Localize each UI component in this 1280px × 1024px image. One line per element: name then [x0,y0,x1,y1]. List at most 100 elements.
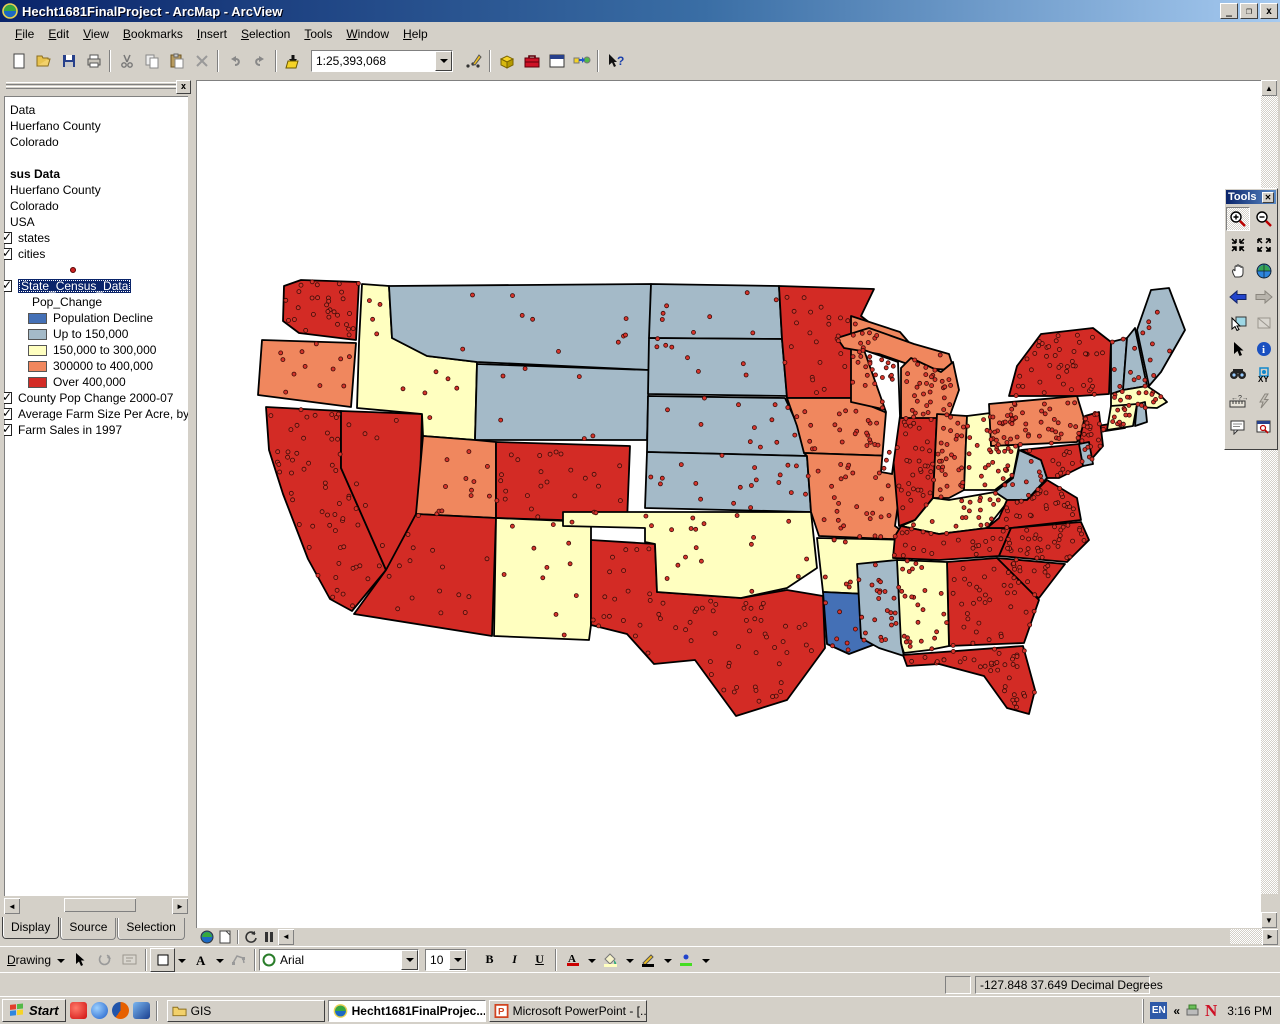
state-SD[interactable] [648,338,787,396]
layer-checkbox[interactable] [4,392,12,404]
tab-source[interactable]: Source [60,918,116,940]
aim-icon[interactable] [70,1002,87,1019]
map-scale-combo[interactable]: 1:25,393,068 [311,50,453,72]
toc-item[interactable]: Average Farm Size Per Acre, by C [4,406,188,422]
tools-palette-titlebar[interactable]: Tools ✕ [1226,190,1276,204]
select-elements-icon[interactable] [67,948,92,972]
layer-checkbox[interactable] [4,280,12,292]
scroll-up-icon[interactable]: ▲ [1261,80,1277,96]
tab-selection[interactable]: Selection [117,918,184,940]
toc-item[interactable]: cities [4,246,188,262]
print-icon[interactable] [81,49,106,73]
toc-item[interactable]: Population Decline [4,310,188,326]
state-KS[interactable] [645,452,811,512]
toc-drag-grip[interactable]: x [4,82,190,94]
layer-checkbox[interactable] [4,408,12,420]
open-folder-icon[interactable] [31,49,56,73]
command-window-icon[interactable] [544,49,569,73]
layer-checkbox[interactable] [4,248,12,260]
font-color-dropdown-icon[interactable] [588,959,596,967]
font-dropdown-icon[interactable] [401,950,418,970]
cut-icon[interactable] [114,49,139,73]
edit-vertices-icon[interactable] [226,948,251,972]
scroll-right-icon[interactable]: ► [1262,929,1278,945]
arccatalog-icon[interactable] [494,49,519,73]
forward-extent-icon[interactable] [1252,285,1276,309]
state-OR[interactable] [258,340,356,407]
clear-selection-icon[interactable] [1252,311,1276,335]
size-dropdown-icon[interactable] [449,950,466,970]
whats-this-icon[interactable]: ? [602,49,627,73]
paste-icon[interactable] [164,49,189,73]
font-family-combo[interactable]: Arial [259,949,419,971]
menu-item-bookmarks[interactable]: Bookmarks [116,24,190,44]
toc-item[interactable]: Data [4,102,188,118]
us-map[interactable] [196,80,1261,928]
language-indicator[interactable]: EN [1150,1002,1167,1019]
scroll-right-icon[interactable]: ► [172,898,188,914]
shape-tool-button[interactable] [150,948,175,972]
toc-item[interactable]: Over 400,000 [4,374,188,390]
toc-item[interactable]: 150,000 to 300,000 [4,342,188,358]
menu-item-help[interactable]: Help [396,24,435,44]
scale-dropdown-icon[interactable] [435,51,452,71]
scroll-left-icon[interactable]: ◄ [4,898,20,914]
taskbar-button-arcmap[interactable]: Hecht1681FinalProjec... [328,1000,486,1022]
add-data-icon[interactable] [280,49,305,73]
menu-item-edit[interactable]: Edit [41,24,76,44]
zoom-out-icon[interactable] [1252,207,1276,231]
map-hscroll-thumb[interactable] [296,929,1230,944]
marker-color-button[interactable] [674,948,699,972]
fixed-zoom-in-icon[interactable] [1226,233,1250,257]
tab-display[interactable]: Display [2,917,59,939]
media-player-icon[interactable] [133,1002,150,1019]
layer-checkbox[interactable] [4,424,12,436]
fill-color-dropdown-icon[interactable] [626,959,634,967]
toc-item[interactable]: County Pop Change 2000-07 [4,390,188,406]
toc-item[interactable]: Huerfano County [4,118,188,134]
internet-explorer-icon[interactable] [91,1002,108,1019]
map-canvas[interactable] [196,80,1261,928]
back-extent-icon[interactable] [1226,285,1250,309]
redo-icon[interactable] [247,49,272,73]
fixed-zoom-out-icon[interactable] [1252,233,1276,257]
html-popup-icon[interactable] [1226,415,1250,439]
toc-horizontal-scrollbar[interactable]: ◄ ► [4,898,188,914]
toc-item[interactable]: Huerfano County [4,182,188,198]
delete-icon[interactable] [189,49,214,73]
data-view-icon[interactable] [198,929,216,945]
modelbuilder-icon[interactable] [569,49,594,73]
state-UT[interactable] [416,436,496,518]
toc-item[interactable]: Up to 150,000 [4,326,188,342]
toc-item[interactable]: Colorado [4,198,188,214]
close-button[interactable]: x [1260,3,1278,19]
menu-item-insert[interactable]: Insert [190,24,234,44]
taskbar-button-powerpoint[interactable]: P Microsoft PowerPoint - [... [489,1000,647,1022]
edit-annotation-icon[interactable] [117,948,142,972]
text-tool-button[interactable]: A [188,948,213,972]
identify-icon[interactable]: i [1252,337,1276,361]
editor-toolbar-icon[interactable] [461,49,486,73]
select-elements-icon[interactable] [1226,337,1250,361]
pause-drawing-icon[interactable] [260,929,278,945]
arctoolbox-icon[interactable] [519,49,544,73]
font-color-button[interactable]: A [560,948,585,972]
minimize-button[interactable]: _ [1220,3,1238,19]
netware-icon[interactable]: N [1205,1001,1217,1021]
print-agent-icon[interactable] [1185,1003,1201,1018]
toc-item[interactable]: 300000 to 400,000 [4,358,188,374]
toc-scroll-thumb[interactable] [64,898,136,912]
toc-item[interactable]: Farm Sales in 1997 [4,422,188,438]
state-NE[interactable] [647,396,807,456]
map-hscroll-track[interactable] [1230,929,1262,944]
firefox-icon[interactable] [112,1002,129,1019]
find-icon[interactable] [1226,363,1250,387]
layout-view-icon[interactable] [216,929,234,945]
marker-color-dropdown-icon[interactable] [702,959,710,967]
font-size-combo[interactable]: 10 [425,949,467,971]
toc-item[interactable]: USA [4,214,188,230]
toc-item[interactable]: states [4,230,188,246]
select-features-icon[interactable] [1226,311,1250,335]
state-AL[interactable] [897,560,949,653]
undo-icon[interactable] [222,49,247,73]
